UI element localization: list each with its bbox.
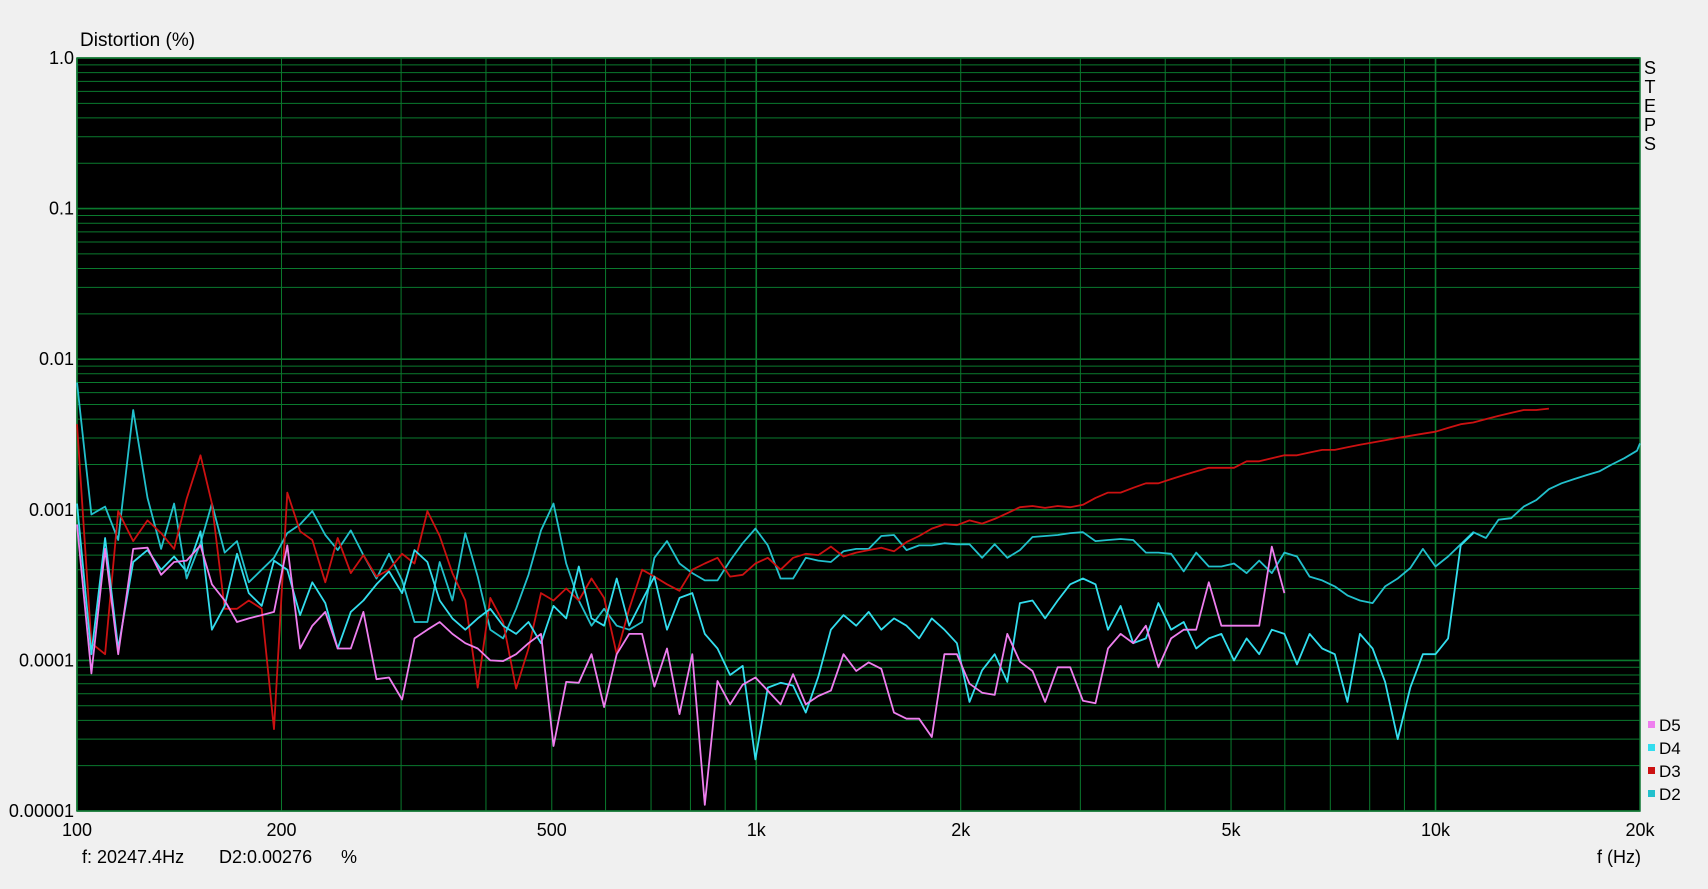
steps-letter: E — [1644, 96, 1656, 116]
y-tick-label: 0.01 — [39, 349, 74, 369]
legend-label-d5: D5 — [1659, 716, 1681, 735]
legend-label-d2: D2 — [1659, 785, 1681, 804]
x-tick-label: 5k — [1222, 820, 1242, 840]
legend-swatch-d5 — [1648, 721, 1655, 728]
legend-swatch-d3 — [1648, 767, 1655, 774]
readout-frequency: f: 20247.4Hz — [82, 847, 184, 867]
x-tick-label: 100 — [62, 820, 92, 840]
x-tick-label: 1k — [747, 820, 767, 840]
x-tick-label: 200 — [266, 820, 296, 840]
x-tick-label: 10k — [1421, 820, 1451, 840]
y-tick-label: 0.00001 — [9, 801, 74, 821]
legend-label-d4: D4 — [1659, 739, 1681, 758]
y-axis-label: Distortion (%) — [80, 30, 195, 51]
legend-swatch-d2 — [1648, 790, 1655, 797]
y-tick-label: 0.001 — [29, 500, 74, 520]
x-tick-label: 500 — [537, 820, 567, 840]
plot-area — [77, 58, 1640, 811]
x-tick-label: 20k — [1625, 820, 1655, 840]
readout-value: D2:0.00276 — [219, 847, 312, 867]
steps-label: STEPS — [1644, 58, 1656, 154]
y-tick-label: 0.0001 — [19, 650, 74, 670]
steps-letter: S — [1644, 134, 1656, 154]
x-tick-label: 2k — [951, 820, 971, 840]
steps-letter: P — [1644, 115, 1656, 135]
distortion-chart: 100 200 500 1k 2k 5k 10k 20k 1.0 0.1 0.01 0.001 0.00… — [0, 0, 1708, 889]
steps-letter: T — [1645, 77, 1656, 97]
steps-letter: S — [1644, 58, 1656, 78]
legend-swatch-d4 — [1648, 744, 1655, 751]
legend-label-d3: D3 — [1659, 762, 1681, 781]
readout-unit: % — [341, 847, 357, 867]
y-tick-label: 1.0 — [49, 48, 74, 68]
y-tick-label: 0.1 — [49, 199, 74, 219]
x-axis-label: f (Hz) — [1597, 847, 1641, 867]
